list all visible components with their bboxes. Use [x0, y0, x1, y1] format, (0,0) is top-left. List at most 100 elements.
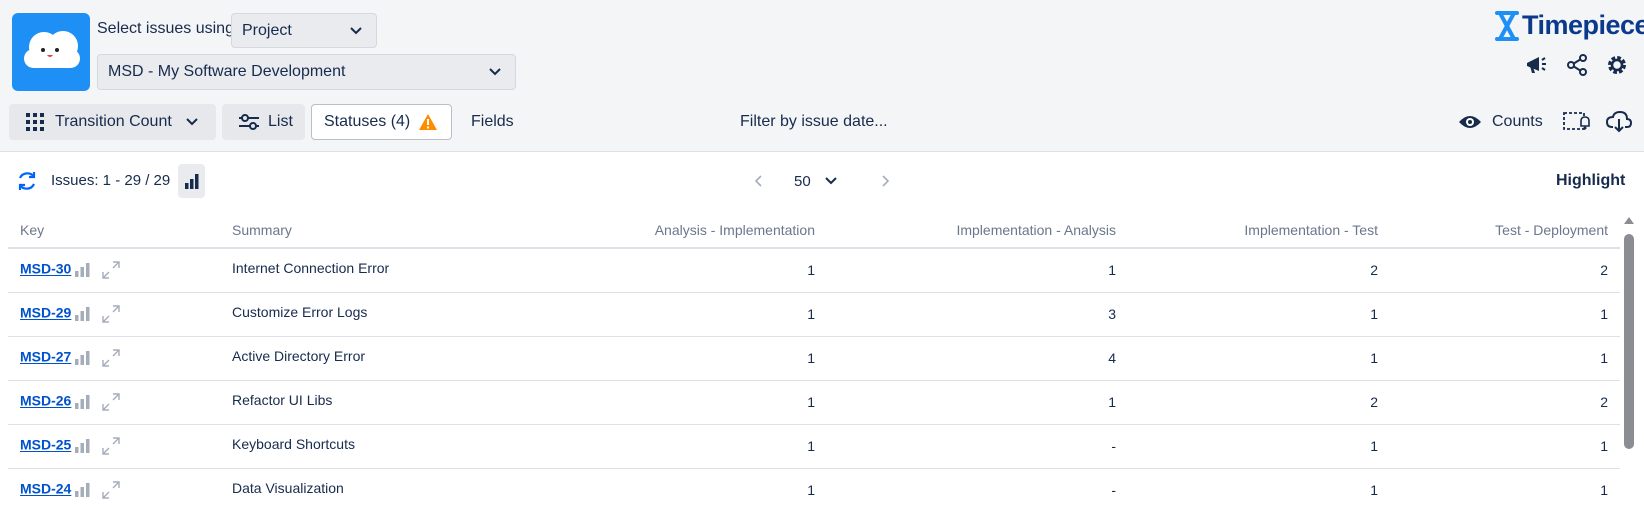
brand-logo: Timepiece — [1494, 10, 1644, 41]
count-cell: 1 — [1128, 424, 1390, 469]
table-row: MSD-25 Keyboard Shortcuts 1-1 1 — [8, 424, 1620, 469]
page-size-select[interactable]: 50 — [785, 164, 849, 198]
app-logo — [12, 13, 90, 91]
count-cell: 1 — [1128, 336, 1390, 381]
eye-icon — [1459, 116, 1481, 128]
issue-key-link[interactable]: MSD-30 — [20, 261, 71, 277]
bar-chart-icon — [184, 174, 198, 189]
statuses-button[interactable]: Statuses (4) — [311, 104, 452, 140]
chevron-down-icon — [489, 68, 501, 76]
chevron-down-icon — [824, 177, 837, 185]
issue-key-link[interactable]: MSD-27 — [20, 349, 71, 365]
expand-icon[interactable] — [101, 436, 121, 456]
select-type-value: Project — [242, 21, 292, 39]
sliders-icon — [239, 114, 259, 130]
column-header-test-deployment[interactable]: Test - Deployment — [1390, 212, 1620, 249]
prev-page-icon[interactable] — [754, 175, 762, 187]
issues-count: Issues: 1 - 29 / 29 — [51, 172, 171, 189]
count-cell: 1 — [1128, 292, 1390, 337]
column-header-analysis-implementation[interactable]: Analysis - Implementation — [470, 212, 827, 249]
expand-icon[interactable] — [101, 304, 121, 324]
count-cell: 1 — [827, 248, 1128, 293]
page-size-value: 50 — [794, 172, 811, 190]
count-cell: 1 — [1128, 468, 1390, 511]
count-cell: 1 — [1390, 336, 1620, 381]
project-dropdown[interactable]: MSD - My Software Development — [97, 54, 516, 90]
refresh-icon[interactable] — [16, 170, 38, 192]
key-cell: MSD-30 — [8, 248, 220, 293]
column-header-key[interactable]: Key — [8, 212, 220, 249]
gear-icon[interactable] — [1604, 52, 1630, 78]
bar-chart-icon[interactable] — [75, 483, 91, 497]
counts-label: Counts — [1492, 113, 1543, 130]
select-type-dropdown[interactable]: Project — [231, 13, 377, 48]
column-header-implementation-analysis[interactable]: Implementation - Analysis — [827, 212, 1128, 249]
hourglass-icon — [1495, 10, 1519, 41]
key-cell: MSD-27 — [8, 336, 220, 381]
schedule-report-icon[interactable] — [1563, 104, 1593, 140]
count-cell: 1 — [1390, 292, 1620, 337]
chart-toggle-button[interactable] — [178, 164, 205, 198]
grid-icon — [26, 113, 44, 131]
results-bar: Issues: 1 - 29 / 29 50 Highlight — [0, 160, 1644, 202]
key-cell: MSD-29 — [8, 292, 220, 337]
issues-table: Key Summary Analysis - Implementation Im… — [8, 212, 1620, 511]
table-header-row: Key Summary Analysis - Implementation Im… — [8, 212, 1620, 249]
count-cell: 1 — [470, 424, 827, 469]
select-issues-label: Select issues using — [97, 20, 234, 37]
next-page-icon[interactable] — [882, 175, 890, 187]
date-filter-button[interactable]: Filter by issue date... — [740, 104, 910, 140]
announcement-icon[interactable] — [1523, 52, 1549, 78]
count-cell: 1 — [470, 468, 827, 511]
expand-icon[interactable] — [101, 392, 121, 412]
list-button[interactable]: List — [222, 104, 305, 140]
bar-chart-icon[interactable] — [75, 395, 91, 409]
expand-icon[interactable] — [101, 260, 121, 280]
cloud-logo-icon — [24, 31, 80, 68]
fields-label: Fields — [471, 113, 514, 130]
scroll-up-icon[interactable] — [1623, 215, 1635, 225]
issue-key-link[interactable]: MSD-24 — [20, 481, 71, 497]
brand-name: Timepiece — [1522, 10, 1644, 40]
bar-chart-icon[interactable] — [75, 307, 91, 321]
table-row: MSD-30 Internet Connection Error 1 1 2 2 — [8, 248, 1620, 293]
report-type-dropdown[interactable]: Transition Count — [9, 104, 216, 140]
bar-chart-icon[interactable] — [75, 263, 91, 278]
expand-icon[interactable] — [101, 480, 121, 500]
table-scrollbar[interactable] — [1622, 212, 1636, 511]
key-cell: MSD-26 — [8, 380, 220, 425]
share-icon[interactable] — [1564, 52, 1590, 78]
summary-cell: Keyboard Shortcuts — [220, 424, 470, 469]
issue-key-link[interactable]: MSD-26 — [20, 393, 71, 409]
column-header-summary[interactable]: Summary — [220, 212, 470, 249]
count-cell: 1 — [470, 292, 827, 337]
fields-button[interactable]: Fields — [460, 104, 530, 140]
count-cell: 2 — [1390, 380, 1620, 425]
count-cell: 4 — [827, 336, 1128, 381]
highlight-button[interactable]: Highlight — [1556, 172, 1625, 190]
count-cell: - — [827, 424, 1128, 469]
count-cell: 1 — [1390, 468, 1620, 511]
table-row: MSD-29 Customize Error Logs 1 3 1 1 — [8, 292, 1620, 337]
bar-chart-icon[interactable] — [75, 351, 91, 365]
scrollbar-thumb[interactable] — [1624, 234, 1634, 449]
cloud-download-icon[interactable] — [1606, 104, 1636, 140]
issue-key-link[interactable]: MSD-25 — [20, 437, 71, 453]
summary-cell: Data Visualization — [220, 468, 470, 511]
column-header-implementation-test[interactable]: Implementation - Test — [1128, 212, 1390, 249]
count-cell: 1 — [470, 248, 827, 293]
issue-key-link[interactable]: MSD-29 — [20, 305, 71, 321]
key-cell: MSD-25 — [8, 424, 220, 469]
expand-icon[interactable] — [101, 348, 121, 368]
date-filter-label: Filter by issue date... — [740, 113, 888, 130]
bar-chart-icon[interactable] — [75, 439, 91, 453]
key-cell: MSD-24 — [8, 468, 220, 511]
count-cell: - — [827, 468, 1128, 511]
summary-cell: Refactor UI Libs — [220, 380, 470, 425]
count-cell: 3 — [827, 292, 1128, 337]
summary-cell: Active Directory Error — [220, 336, 470, 381]
list-label: List — [268, 113, 293, 130]
table-row: MSD-26 Refactor UI Libs 1 1 2 2 — [8, 380, 1620, 425]
count-cell: 2 — [1128, 248, 1390, 293]
counts-button[interactable]: Counts — [1458, 104, 1553, 140]
